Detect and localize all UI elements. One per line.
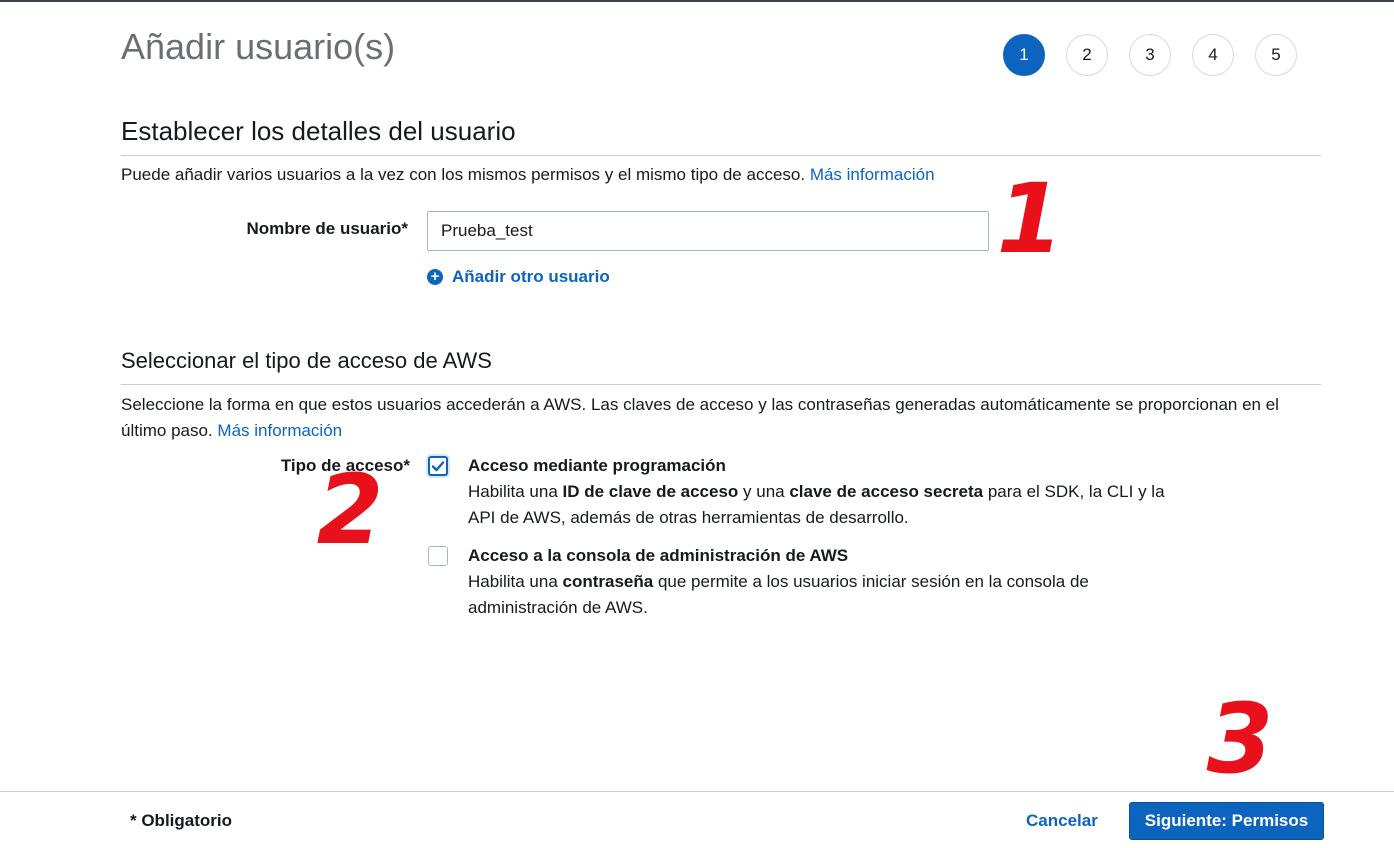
- step-2[interactable]: 2: [1066, 34, 1108, 76]
- cancel-button[interactable]: Cancelar: [1026, 811, 1098, 831]
- add-user-link[interactable]: + Añadir otro usuario: [427, 267, 610, 287]
- step-5[interactable]: 5: [1255, 34, 1297, 76]
- footer-divider: [0, 791, 1394, 792]
- annotation-3-label: 3: [1207, 692, 1274, 782]
- step-3[interactable]: 3: [1129, 34, 1171, 76]
- page-title: Añadir usuario(s): [121, 26, 396, 67]
- wizard-steps: 1 2 3 4 5: [1003, 34, 1297, 76]
- required-note: * Obligatorio: [130, 811, 232, 830]
- add-user-label: Añadir otro usuario: [452, 267, 610, 286]
- user-details-description-text: Puede añadir varios usuarios a la vez co…: [121, 165, 806, 184]
- top-border: [0, 0, 1394, 2]
- desc-bold: clave de acceso secreta: [789, 482, 984, 501]
- desc-bold: ID de clave de acceso: [562, 482, 739, 501]
- access-type-title: Seleccionar el tipo de acceso de AWS: [121, 348, 492, 373]
- user-details-title: Establecer los detalles del usuario: [121, 116, 516, 146]
- step-1[interactable]: 1: [1003, 34, 1045, 76]
- console-access-description: Habilita una contraseña que permite a lo…: [468, 569, 1118, 621]
- console-access-title: Acceso a la consola de administración de…: [468, 546, 849, 565]
- username-label: Nombre de usuario*: [246, 219, 408, 238]
- section-divider: [121, 384, 1321, 385]
- user-details-description: Puede añadir varios usuarios a la vez co…: [121, 162, 1321, 188]
- access-type-label: Tipo de acceso*: [280, 456, 410, 475]
- access-type-description: Seleccione la forma en que estos usuario…: [121, 392, 1321, 444]
- programmatic-access-title: Acceso mediante programación: [468, 456, 726, 475]
- programmatic-access-description: Habilita una ID de clave de acceso y una…: [468, 479, 1168, 531]
- more-info-link[interactable]: Más información: [810, 165, 935, 184]
- step-4[interactable]: 4: [1192, 34, 1234, 76]
- plus-circle-icon: +: [427, 269, 443, 285]
- next-permissions-button[interactable]: Siguiente: Permisos: [1129, 802, 1324, 840]
- annotation-3: 3: [1207, 692, 1274, 782]
- desc-bold: contraseña: [562, 572, 654, 591]
- more-info-link[interactable]: Más información: [217, 421, 342, 440]
- desc-text: Habilita una: [468, 572, 563, 591]
- programmatic-access-checkbox[interactable]: [428, 456, 448, 476]
- section-divider: [121, 155, 1321, 156]
- desc-text: Habilita una: [468, 482, 563, 501]
- annotation-2: 2: [317, 465, 384, 555]
- username-input[interactable]: [427, 211, 989, 251]
- annotation-2-label: 2: [317, 465, 384, 555]
- desc-text: y una: [738, 482, 790, 501]
- check-icon: [431, 461, 445, 472]
- console-access-checkbox[interactable]: [428, 546, 448, 566]
